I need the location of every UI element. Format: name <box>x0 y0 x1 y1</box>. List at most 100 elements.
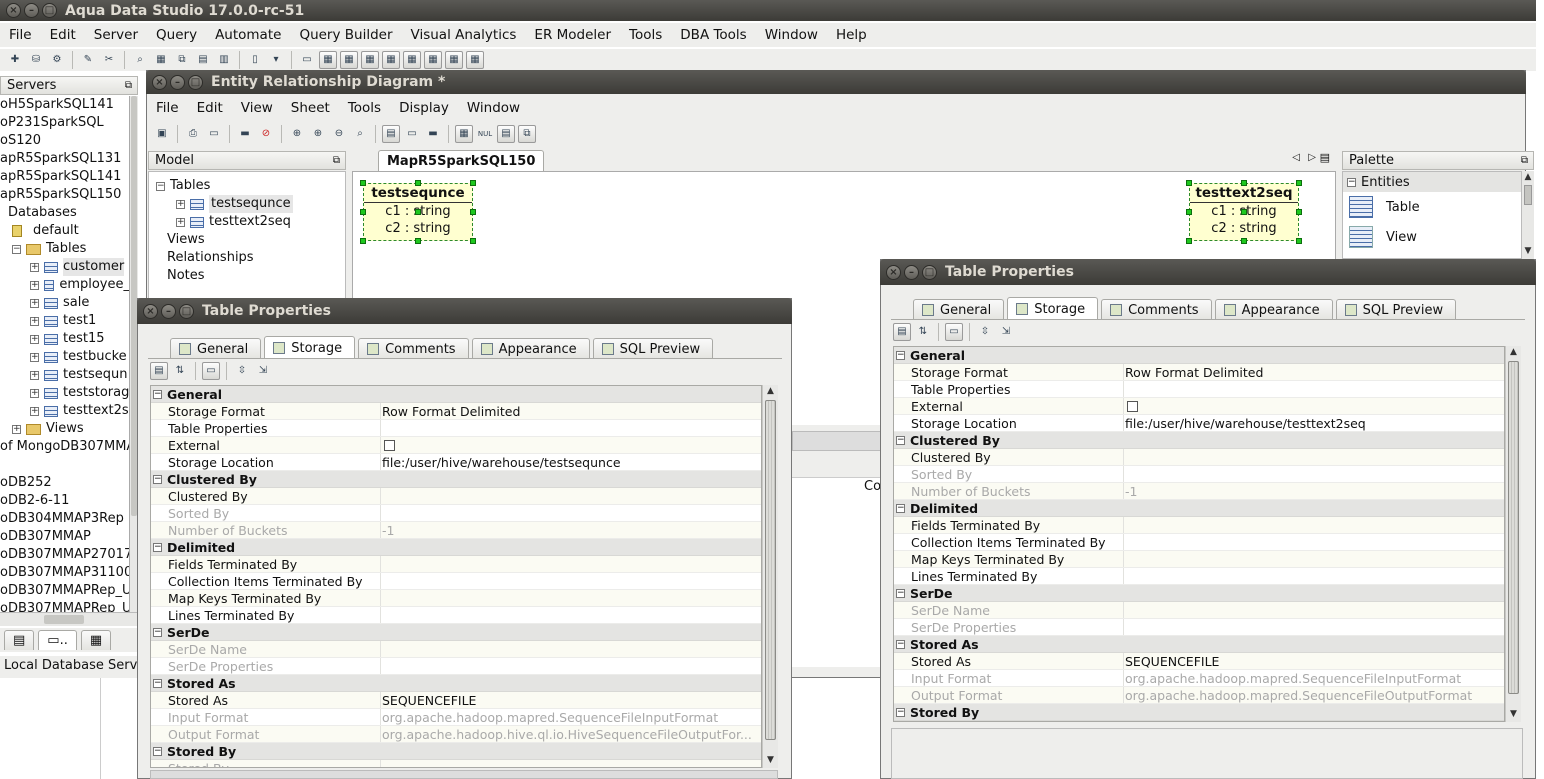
close-icon[interactable]: × <box>886 264 901 280</box>
minimize-icon[interactable]: – <box>24 3 39 18</box>
menu-file[interactable]: File <box>0 27 41 43</box>
property-row[interactable]: Collection Items Terminated By <box>894 534 1504 551</box>
property-category[interactable]: − General <box>894 347 1504 364</box>
collapse-icon[interactable]: − <box>896 350 905 360</box>
selection-handle[interactable] <box>470 238 476 244</box>
menu-file[interactable]: File <box>147 100 188 116</box>
zoom-out-icon[interactable]: ⊖ <box>330 125 348 143</box>
menu-edit[interactable]: Edit <box>41 27 85 43</box>
edit-icon[interactable]: ✎ <box>79 51 97 69</box>
property-row[interactable]: External <box>151 437 761 454</box>
selection-handle[interactable] <box>1241 180 1247 186</box>
server-item[interactable]: oDB304MMAP3Rep <box>0 510 129 528</box>
zoom-fit-icon[interactable]: ⊕ <box>288 125 306 143</box>
view-keys-icon[interactable]: ▭ <box>403 125 421 143</box>
table-item[interactable]: + customer <box>0 258 129 276</box>
property-value[interactable]: file:/user/hive/warehouse/testsequnce <box>382 455 621 470</box>
close-icon[interactable]: × <box>6 3 21 18</box>
palette-section[interactable]: − Entities <box>1343 172 1521 192</box>
categorized-icon[interactable]: ▤ <box>150 362 168 380</box>
collapse-icon[interactable]: − <box>896 588 905 598</box>
views-node[interactable]: + Views <box>0 420 129 438</box>
collapse-icon[interactable]: − <box>153 542 162 552</box>
property-category[interactable]: − General <box>151 386 761 403</box>
server-item[interactable]: oP231SparkSQL <box>0 114 129 132</box>
menu-tools[interactable]: Tools <box>620 27 671 43</box>
property-row[interactable]: Map Keys Terminated By <box>894 551 1504 568</box>
tab-right-icon[interactable]: ▷ <box>1308 152 1316 163</box>
menu-server[interactable]: Server <box>85 27 147 43</box>
doc-icon[interactable]: ▭ <box>298 51 316 69</box>
highlight-icon[interactable]: ▬ <box>236 125 254 143</box>
collapse-icon[interactable]: − <box>896 503 905 513</box>
selection-handle[interactable] <box>1186 238 1192 244</box>
restore-icon[interactable]: ⧉ <box>125 80 132 91</box>
tab-general[interactable]: General <box>913 299 1005 320</box>
collapse-icon[interactable]: − <box>153 746 162 756</box>
description-icon[interactable]: ▭ <box>202 362 220 380</box>
property-row[interactable]: Storage Format Row Format Delimited <box>151 403 761 420</box>
layout2-icon[interactable]: ▦ <box>340 51 358 69</box>
property-row[interactable]: Table Properties <box>894 381 1504 398</box>
server-item[interactable]: apR5SparkSQL131 <box>0 150 129 168</box>
maximize-icon[interactable]: □ <box>179 303 194 319</box>
query-icon[interactable]: ⌕ <box>131 51 149 69</box>
menu-display[interactable]: Display <box>390 100 458 116</box>
expand-icon[interactable]: + <box>30 406 39 416</box>
table-item[interactable]: + test1 <box>0 312 129 330</box>
table-item[interactable]: + teststorag <box>0 384 129 402</box>
expand-icon[interactable]: + <box>30 370 39 380</box>
selection-handle[interactable] <box>360 180 366 186</box>
collapse-icon[interactable]: − <box>896 435 905 445</box>
table-item[interactable]: + test15 <box>0 330 129 348</box>
tab-general[interactable]: General <box>170 338 262 359</box>
view-name-icon[interactable]: ▬ <box>424 125 442 143</box>
server-item[interactable]: apR5SparkSQL150 <box>0 186 129 204</box>
server-item[interactable]: oDB307MMAP27017 <box>0 546 129 564</box>
minimize-icon[interactable]: – <box>161 303 176 319</box>
expand-icon[interactable]: + <box>176 217 185 227</box>
tab-list-icon[interactable]: ▤ <box>1320 151 1330 164</box>
restore-icon[interactable]: ⧉ <box>333 155 340 166</box>
property-category[interactable]: − Delimited <box>894 500 1504 517</box>
property-row[interactable]: External <box>894 398 1504 415</box>
property-category[interactable]: − Clustered By <box>151 471 761 488</box>
layout7-icon[interactable]: ▦ <box>445 51 463 69</box>
expand-icon[interactable]: + <box>30 388 39 398</box>
server-item[interactable]: oDB252 <box>0 474 129 492</box>
selection-handle[interactable] <box>1241 238 1247 244</box>
server-item[interactable]: oDB307MMAP31100s <box>0 564 129 582</box>
property-row[interactable]: Collection Items Terminated By <box>151 573 761 590</box>
property-value[interactable]: file:/user/hive/warehouse/testtext2seq <box>1125 416 1366 431</box>
collapse-icon[interactable]: − <box>153 389 162 399</box>
selection-handle[interactable] <box>360 238 366 244</box>
page-setup-icon[interactable]: ▭ <box>205 125 223 143</box>
property-row[interactable]: Lines Terminated By <box>894 568 1504 585</box>
layout4-icon[interactable]: ▦ <box>382 51 400 69</box>
print-icon[interactable]: ⎙ <box>184 125 202 143</box>
model-notes-node[interactable]: Notes <box>156 267 293 285</box>
selection-handle[interactable] <box>470 180 476 186</box>
selection-handle[interactable] <box>470 209 476 215</box>
expand-icon[interactable]: + <box>30 298 39 308</box>
compare-icon[interactable]: ⧉ <box>173 51 191 69</box>
selection-handle[interactable] <box>360 209 366 215</box>
property-category[interactable]: − SerDe <box>151 624 761 641</box>
expand-icon[interactable]: + <box>30 352 39 362</box>
property-category[interactable]: − Clustered By <box>894 432 1504 449</box>
menu-query-builder[interactable]: Query Builder <box>290 27 401 43</box>
collapse-icon[interactable]: − <box>896 707 905 717</box>
property-row[interactable]: Map Keys Terminated By <box>151 590 761 607</box>
palette-scrollbar[interactable]: ▲ ▼ <box>1522 171 1534 259</box>
collapse-icon[interactable]: − <box>12 244 21 254</box>
tab-storage[interactable]: Storage <box>1007 297 1099 320</box>
layout8-icon[interactable]: ▦ <box>466 51 484 69</box>
close-icon[interactable]: × <box>143 303 158 319</box>
left-props-scrollbar[interactable]: ▲ ▼ <box>762 385 778 768</box>
schema-icon[interactable]: ▤ <box>194 51 212 69</box>
collapse-icon[interactable]: − <box>156 181 165 191</box>
menu-visual-analytics[interactable]: Visual Analytics <box>402 27 526 43</box>
server-item[interactable]: oH5SparkSQL141 <box>0 96 129 114</box>
property-category[interactable]: − SerDe <box>894 585 1504 602</box>
property-value[interactable]: SEQUENCEFILE <box>382 693 476 708</box>
